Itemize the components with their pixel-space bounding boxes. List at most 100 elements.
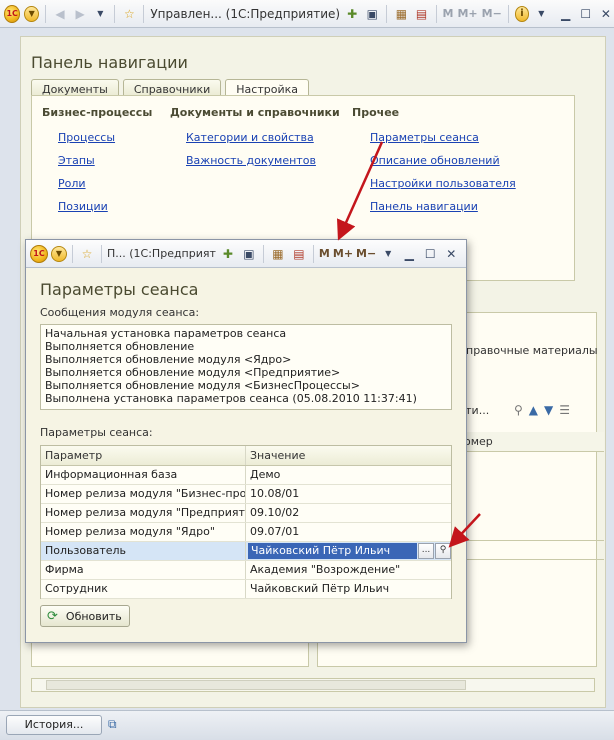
table-row[interactable]: Номер релиза модуля "Ядро" 09.07/01 [41,523,451,542]
params-label: Параметры сеанса: [40,426,153,439]
link-stages[interactable]: Этапы [58,154,152,167]
1c-logo-icon[interactable]: 1С [30,244,48,263]
scrollbar-thumb[interactable] [46,680,466,690]
list-icon[interactable]: ☰ [559,403,570,417]
calculator-icon[interactable]: ▦ [393,5,409,23]
reference-materials-link[interactable]: правочные материалы [466,344,598,357]
table-header: Параметр Значение [41,446,451,466]
column-docs-dirs: Документы и справочники Категории и свой… [170,106,340,177]
table-row-selected[interactable]: Пользователь Чайковский Пётр Ильич ... ⚲ [41,542,451,561]
message-line: Выполняется обновление модуля <Предприят… [45,366,341,379]
info-icon[interactable]: i [514,5,530,22]
maximize-icon[interactable]: ☐ [578,5,594,23]
history-button[interactable]: История... [6,715,102,735]
window-title: Управлен... (1С:Предприятие) [150,6,341,21]
windows-list-icon[interactable]: ⧉ [108,717,126,733]
messages-label: Сообщения модуля сеанса: [40,306,200,319]
refresh-icon: ⟳ [47,608,58,624]
column-header: Прочее [352,106,400,119]
param-cell: Пользователь [41,542,246,560]
link-roles[interactable]: Роли [58,177,152,190]
value-cell: 10.08/01 [250,487,300,500]
table-row[interactable]: Сотрудник Чайковский Пётр Ильич [41,580,451,599]
param-cell: Фирма [41,561,246,579]
background-row [458,540,604,560]
param-cell: Номер релиза модуля "Предприятие" [41,504,246,522]
search-icon[interactable]: ⚲ [435,543,451,559]
link-navigation-panel[interactable]: Панель навигации [370,200,516,213]
horizontal-scrollbar[interactable] [31,678,595,692]
column-other: Прочее Параметры сеанса Описание обновле… [352,106,516,223]
param-cell: Номер релиза модуля "Ядро" [41,523,246,541]
user-value-input[interactable]: Чайковский Пётр Ильич [248,543,417,559]
background-column-header: омер [458,432,604,452]
history-dropdown-icon[interactable]: ▼ [92,5,108,23]
bookmark-icon[interactable]: ▣ [240,245,258,263]
value-cell: 09.10/02 [250,506,300,519]
param-cell: Сотрудник [41,580,246,598]
favorite-star-icon[interactable]: ☆ [78,245,96,263]
link-processes[interactable]: Процессы [58,131,152,144]
column-header: Документы и справочники [170,106,340,119]
link-session-parameters[interactable]: Параметры сеанса [370,131,516,144]
column-business-processes: Бизнес-процессы Процессы Этапы Роли Пози… [42,106,152,223]
m-dropdown-icon[interactable]: ▼ [379,245,397,263]
bookmark-icon[interactable]: ▣ [364,5,380,23]
refresh-button[interactable]: ⟳ Обновить [40,605,130,627]
value-edit-cell: Чайковский Пётр Ильич ... ⚲ [246,542,451,560]
value-cell: Чайковский Пётр Ильич [250,582,390,595]
zoom-icon[interactable]: ⚲ [514,403,523,417]
message-line: Выполняется обновление модуля <БизнесПро… [45,379,360,392]
link-document-importance[interactable]: Важность документов [186,154,340,167]
link-positions[interactable]: Позиции [58,200,152,213]
number-column-partial: омер [464,435,493,448]
table-row[interactable]: Информационная база Демо [41,466,451,485]
close-icon[interactable]: ✕ [598,5,614,23]
memory-m-button[interactable]: M [319,247,330,260]
column-header: Бизнес-процессы [42,106,153,119]
minimize-icon[interactable]: ▁ [557,5,573,23]
param-cell: Информационная база [41,466,246,484]
memory-m-plus-button[interactable]: M+ [333,247,353,260]
choose-button[interactable]: ... [418,543,434,559]
table-row[interactable]: Номер релиза модуля "Предприятие" 09.10/… [41,504,451,523]
memory-m-plus-button[interactable]: M+ [457,7,477,20]
calculator-icon[interactable]: ▦ [269,245,287,263]
memory-m-minus-button[interactable]: M− [356,247,376,260]
messages-box[interactable]: Начальная установка параметров сеанса Вы… [40,324,452,410]
1c-logo-icon[interactable]: 1С [4,4,21,23]
link-categories-properties[interactable]: Категории и свойства [186,131,340,144]
info-dropdown-icon[interactable]: ▼ [533,5,549,23]
dialog-window-title: П... (1С:Предприят [107,247,216,260]
table-row[interactable]: Номер релиза модуля "Бизнес-проц... 10.0… [41,485,451,504]
calendar-icon[interactable]: ▤ [290,245,308,263]
session-parameters-dialog: 1С ▼ ☆ П... (1С:Предприят ✚ ▣ ▦ ▤ M M+ M… [25,239,467,643]
taskbar: История... ⧉ [0,710,614,740]
message-line: Выполняется обновление модуля <Ядро> [45,353,292,366]
column-header-param[interactable]: Параметр [41,446,246,465]
column-header-value[interactable]: Значение [246,446,451,465]
memory-m-minus-button[interactable]: M− [482,7,502,20]
minimize-icon[interactable]: ▁ [400,245,418,263]
link-update-description[interactable]: Описание обновлений [370,154,516,167]
menu-dropdown-icon[interactable]: ▼ [51,245,67,262]
add-favorite-icon[interactable]: ✚ [344,5,360,23]
table-row[interactable]: Фирма Академия "Возрождение" [41,561,451,580]
main-titlebar: 1С ▼ ◀ ▶ ▼ ☆ Управлен... (1С:Предприятие… [0,0,614,28]
param-cell: Номер релиза модуля "Бизнес-проц... [41,485,246,503]
forward-arrow-icon[interactable]: ▶ [72,5,88,23]
message-line: Выполнена установка параметров сеанса (0… [45,392,417,405]
arrow-up-icon[interactable]: ▲ [529,403,538,417]
menu-dropdown-icon[interactable]: ▼ [24,5,39,22]
favorite-star-icon[interactable]: ☆ [121,5,137,23]
memory-m-button[interactable]: M [443,7,454,20]
back-arrow-icon[interactable]: ◀ [52,5,68,23]
calendar-icon[interactable]: ▤ [413,5,429,23]
message-line: Начальная установка параметров сеанса [45,327,287,340]
arrow-down-icon[interactable]: ▼ [544,403,553,417]
maximize-icon[interactable]: ☐ [421,245,439,263]
link-user-settings[interactable]: Настройки пользователя [370,177,516,190]
add-favorite-icon[interactable]: ✚ [219,245,237,263]
value-cell: Демо [250,468,281,481]
close-icon[interactable]: ✕ [442,245,460,263]
